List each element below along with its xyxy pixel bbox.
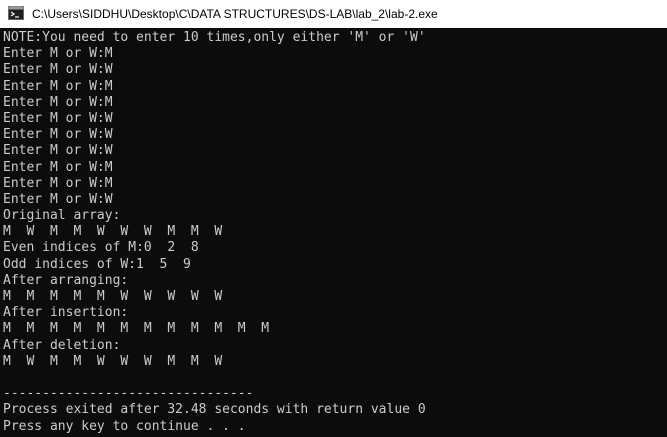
console-line: Enter M or W:W <box>3 62 113 78</box>
console-line: Enter M or W:W <box>3 127 113 143</box>
console-line: Process exited after 32.48 seconds with … <box>3 402 426 418</box>
window-title: C:\Users\SIDDHU\Desktop\C\DATA STRUCTURE… <box>32 7 438 21</box>
console-line: Even indices of M:0 2 8 <box>3 240 199 256</box>
console-line: M M M M M M M M M M M M <box>3 321 270 337</box>
console-line: Odd indices of W:1 5 9 <box>3 256 191 272</box>
console-line: Enter M or W:M <box>3 78 113 94</box>
console-line: Enter M or W:M <box>3 159 113 175</box>
console-line: Enter M or W:M <box>3 94 113 110</box>
console-output[interactable]: NOTE:You need to enter 10 times,only eit… <box>0 28 667 437</box>
console-line: After insertion: <box>3 305 129 321</box>
console-line: Enter M or W:M <box>3 46 113 62</box>
title-bar[interactable]: C:\Users\SIDDHU\Desktop\C\DATA STRUCTURE… <box>0 0 667 28</box>
console-line: Enter M or W:W <box>3 191 113 207</box>
console-line: M W M M W W W M M W <box>3 224 223 240</box>
console-line: After deletion: <box>3 337 121 353</box>
console-window: C:\Users\SIDDHU\Desktop\C\DATA STRUCTURE… <box>0 0 667 437</box>
console-line: Enter M or W:W <box>3 110 113 126</box>
console-line: Enter M or W:M <box>3 175 113 191</box>
console-line: NOTE:You need to enter 10 times,only eit… <box>3 30 426 45</box>
console-line: Original array: <box>3 208 121 224</box>
console-app-icon <box>8 6 24 20</box>
console-line: After arranging: <box>3 272 129 288</box>
console-line: M W M M W W W M M W <box>3 353 223 369</box>
console-prompt: Press any key to continue . . . <box>3 418 246 434</box>
console-line: M M M M M W W W W W <box>3 289 223 304</box>
console-separator: -------------------------------- <box>3 386 254 402</box>
console-line: Enter M or W:W <box>3 143 113 159</box>
